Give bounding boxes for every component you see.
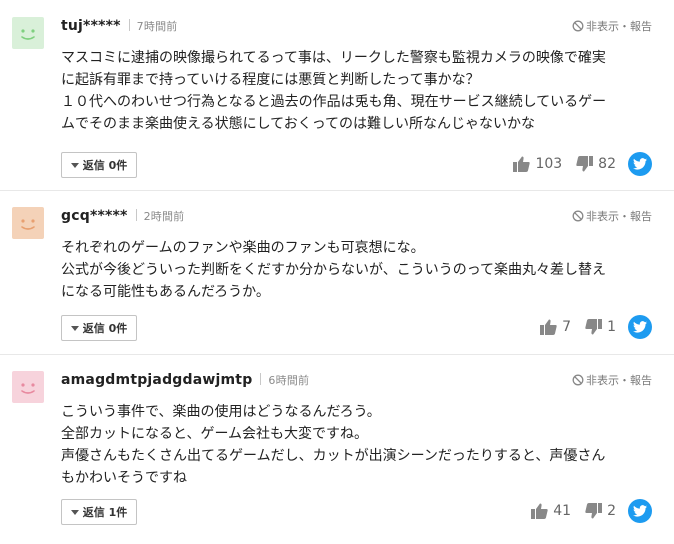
reply-button[interactable]: 返信 0件 xyxy=(61,315,137,341)
comment-item: amagdmtpjadgdawjmtp 6時間前 非表示・報告 こういう事件で、楽… xyxy=(0,354,674,544)
thumbs-down-icon xyxy=(585,503,603,519)
comment-line: ムでそのまま楽曲使える状態にしておくってのは難しい所なんじゃないかな xyxy=(61,116,536,132)
twitter-icon xyxy=(633,158,647,170)
username[interactable]: tuj***** xyxy=(61,18,121,34)
divider xyxy=(260,373,262,385)
avatar[interactable] xyxy=(12,371,44,403)
comment-line: １０代へのわいせつ行為となると過去の作品は兎も角、現在サービス継続しているゲー xyxy=(61,94,607,110)
divider xyxy=(135,209,137,221)
like-count: 7 xyxy=(562,319,572,335)
username[interactable]: gcq***** xyxy=(61,208,128,224)
avatar[interactable] xyxy=(12,17,44,49)
like-button[interactable]: 103 xyxy=(513,156,562,172)
twitter-icon xyxy=(633,505,647,517)
dislike-button[interactable]: 1 xyxy=(585,319,616,335)
thumbs-down-icon xyxy=(585,319,603,335)
ban-icon xyxy=(572,20,584,32)
comment-body: それぞれのゲームのファンや楽曲のファンも可哀想にな。 公式が今後どういった判断を… xyxy=(61,237,661,303)
thumbs-up-icon xyxy=(540,319,557,335)
twitter-share-button[interactable] xyxy=(628,152,652,176)
comment-header: gcq***** 2時間前 xyxy=(61,208,184,224)
comment-actions: 7 1 xyxy=(540,315,652,339)
comment-line: マスコミに逮捕の映像撮られてるって事は、リークした警察も監視カメラの映像で確実 xyxy=(61,50,606,66)
comment-line: 全部カットになると、ゲーム会社も大変ですね。 xyxy=(61,426,369,442)
comment-body: マスコミに逮捕の映像撮られてるって事は、リークした警察も監視カメラの映像で確実 … xyxy=(61,47,661,135)
timestamp: 7時間前 xyxy=(136,20,178,33)
comment-body: こういう事件で、楽曲の使用はどうなるんだろう。 全部カットになると、ゲーム会社も… xyxy=(61,401,661,489)
dislike-button[interactable]: 2 xyxy=(585,503,616,519)
ban-icon xyxy=(572,210,584,222)
like-count: 103 xyxy=(535,156,563,172)
dislike-count: 82 xyxy=(598,156,616,172)
like-button[interactable]: 41 xyxy=(531,503,571,519)
comment-item: gcq***** 2時間前 非表示・報告 それぞれのゲームのファンや楽曲のファンも… xyxy=(0,190,674,355)
dislike-count: 2 xyxy=(607,503,616,519)
report-label: 非表示・報告 xyxy=(586,20,652,33)
divider xyxy=(128,19,130,31)
comment-header: amagdmtpjadgdawjmtp 6時間前 xyxy=(61,372,309,388)
comment-actions: 103 82 xyxy=(513,152,652,176)
thumbs-down-icon xyxy=(576,156,594,172)
reply-label: 返信 0件 xyxy=(82,159,128,172)
reply-button[interactable]: 返信 1件 xyxy=(61,499,137,525)
username[interactable]: amagdmtpjadgdawjmtp xyxy=(61,372,252,388)
reply-label: 返信 1件 xyxy=(82,506,128,519)
ban-icon xyxy=(572,374,584,386)
dislike-button[interactable]: 82 xyxy=(576,156,616,172)
dislike-count: 1 xyxy=(607,319,616,335)
hide-report-link[interactable]: 非表示・報告 xyxy=(572,18,652,34)
reply-button[interactable]: 返信 0件 xyxy=(61,152,137,178)
caret-down-icon xyxy=(70,325,79,331)
hide-report-link[interactable]: 非表示・報告 xyxy=(572,372,652,388)
comment-line: になる可能性もあるんだろうか。 xyxy=(61,284,270,300)
caret-down-icon xyxy=(70,162,79,168)
twitter-icon xyxy=(633,321,647,333)
comment-header: tuj***** 7時間前 xyxy=(61,18,177,34)
comment-line: こういう事件で、楽曲の使用はどうなるんだろう。 xyxy=(61,404,381,420)
twitter-share-button[interactable] xyxy=(628,315,652,339)
report-label: 非表示・報告 xyxy=(586,374,652,387)
comment-line: 声優さんもたくさん出てるゲームだし、カットが出演シーンだったりすると、声優さん xyxy=(61,448,606,464)
comment-line: もかわいそうですね xyxy=(61,470,187,486)
caret-down-icon xyxy=(70,509,79,515)
comment-actions: 41 2 xyxy=(531,499,652,523)
timestamp: 2時間前 xyxy=(143,210,185,223)
comment-line: それぞれのゲームのファンや楽曲のファンも可哀想にな。 xyxy=(61,240,425,256)
twitter-share-button[interactable] xyxy=(628,499,652,523)
reply-label: 返信 0件 xyxy=(82,322,128,335)
like-count: 41 xyxy=(553,503,572,519)
comment-line: に起訴有罪まで持っていける程度には悪質と判断したって事かな？ xyxy=(61,72,480,88)
report-label: 非表示・報告 xyxy=(586,210,652,223)
hide-report-link[interactable]: 非表示・報告 xyxy=(572,208,652,224)
timestamp: 6時間前 xyxy=(268,374,310,387)
like-button[interactable]: 7 xyxy=(540,319,571,335)
avatar[interactable] xyxy=(12,207,44,239)
comment-item: tuj***** 7時間前 非表示・報告 マスコミに逮捕の映像撮られてるって事は、… xyxy=(0,0,674,191)
thumbs-up-icon xyxy=(531,503,548,519)
thumbs-up-icon xyxy=(513,156,531,172)
comment-line: 公式が今後どういった判断をくだすか分からないが、こういうのって楽曲丸々差し替え xyxy=(61,262,607,278)
